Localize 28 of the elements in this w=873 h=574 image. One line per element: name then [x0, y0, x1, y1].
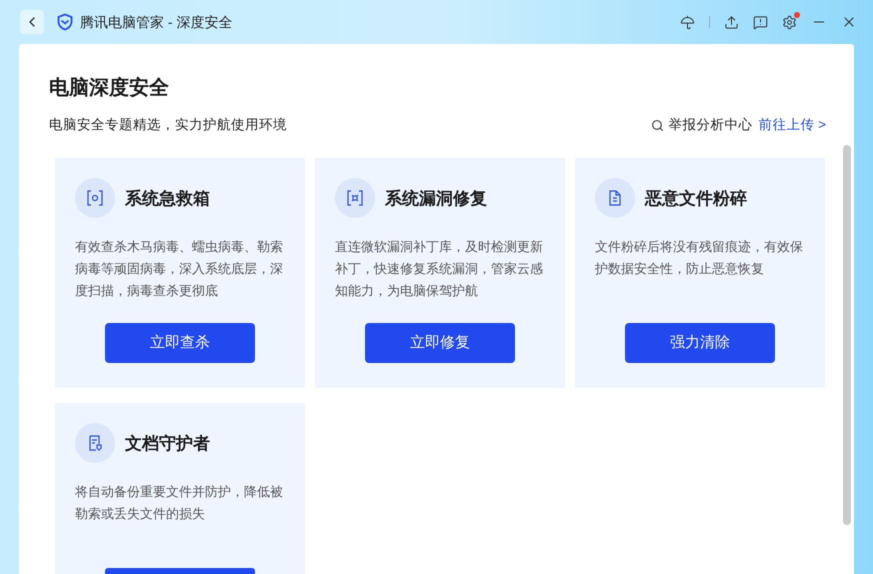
settings-icon[interactable] — [782, 14, 797, 30]
card-description: 将自动备份重要文件并防护，降低被勒索或丢失文件的损失 — [75, 483, 284, 524]
bracket-square-icon — [347, 190, 363, 206]
action-button[interactable]: 立即查杀 — [105, 323, 255, 364]
card-title: 文档守护者 — [125, 432, 210, 454]
card-description: 有效查杀木马病毒、蠕虫病毒、勒索病毒等顽固病毒，深入系统底层，深度扫描，病毒查杀更彻底 — [75, 238, 284, 300]
card-title: 系统急救箱 — [125, 188, 210, 210]
report-label: 举报分析中心 — [668, 116, 752, 134]
shield-logo-icon — [56, 13, 74, 31]
card-description: 文件粉碎后将没有残留痕迹，有效保护数据安全性，防止恶意恢复 — [595, 238, 804, 278]
document-icon — [607, 190, 623, 206]
search-icon — [651, 118, 664, 132]
page-subtitle: 电脑安全专题精选，实力护航使用环境 — [49, 116, 287, 134]
upload-icon[interactable] — [724, 14, 739, 30]
card-title: 恶意文件粉碎 — [645, 188, 747, 210]
action-button[interactable]: 强力清除 — [625, 323, 775, 364]
page-heading: 电脑深度安全 — [49, 76, 170, 100]
back-button[interactable] — [20, 10, 44, 34]
upload-link[interactable]: 前往上传 > — [758, 115, 826, 136]
action-button[interactable]: 立即修复 — [365, 323, 515, 364]
bracket-gear-icon — [87, 190, 103, 206]
feedback-icon[interactable] — [753, 14, 768, 30]
document-shield-icon — [87, 435, 103, 452]
scrollbar-thumb[interactable] — [843, 145, 851, 525]
card-title: 系统漏洞修复 — [385, 188, 487, 210]
umbrella-icon[interactable] — [680, 14, 695, 30]
window-title: 腾讯电脑管家 - 深度安全 — [80, 12, 232, 32]
card-description: 直连微软漏洞补丁库，及时检测更新补丁，快速修复系统漏洞，管家云感知能力，为电脑保驾护航 — [335, 238, 544, 300]
